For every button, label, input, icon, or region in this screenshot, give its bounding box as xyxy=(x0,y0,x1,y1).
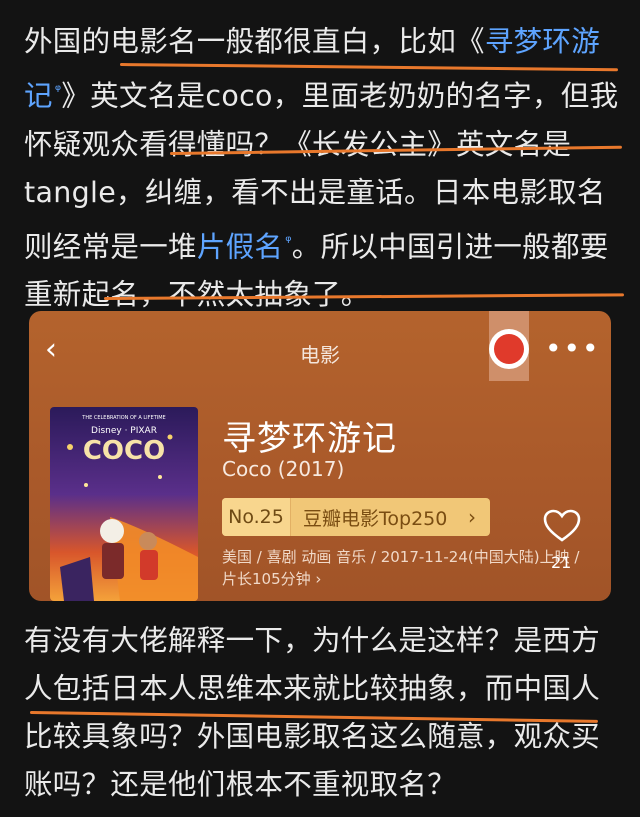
poster-brand: Disney · PIXAR xyxy=(91,426,157,436)
logo-seal xyxy=(489,329,529,369)
term-link-katakana[interactable]: 片假名 xyxy=(197,230,283,263)
poster-title: COCO xyxy=(83,436,165,466)
poster-image: THE CELEBRATION OF A LIFETIME Disney · P… xyxy=(50,407,198,601)
logo-ribbon xyxy=(489,311,529,381)
heart-icon[interactable] xyxy=(543,509,581,543)
movie-card[interactable]: ‹ 电影 ••• THE CELEBRATION OF A LIFETIME D… xyxy=(29,311,611,601)
rank-number: No.25 xyxy=(222,498,291,536)
rank-label: 豆瓣电影Top250 xyxy=(303,507,448,530)
movie-subtitle: Coco (2017) xyxy=(222,457,345,481)
more-dots-icon[interactable]: ••• xyxy=(545,335,601,363)
like-count: 21 xyxy=(551,553,572,572)
p1-text-a: 外国的电影名一般都很直白，比如《 xyxy=(24,25,485,58)
poster-tagline: THE CELEBRATION OF A LIFETIME xyxy=(81,415,165,421)
movie-poster[interactable]: THE CELEBRATION OF A LIFETIME Disney · P… xyxy=(50,407,198,601)
movie-meta[interactable]: 美国 / 喜剧 动画 音乐 / 2017-11-24(中国大陆)上映 / 片长1… xyxy=(222,546,582,590)
movie-title: 寻梦环游记 xyxy=(222,419,397,459)
chevron-right-icon: › xyxy=(468,505,476,529)
douban-rank-button[interactable]: No.25 豆瓣电影Top250 › xyxy=(222,498,490,536)
post-paragraph-1: 外国的电影名一般都很直白，比如《寻梦环游记 ᵠ》英文名是coco，里面老奶奶的名字… xyxy=(24,18,624,319)
